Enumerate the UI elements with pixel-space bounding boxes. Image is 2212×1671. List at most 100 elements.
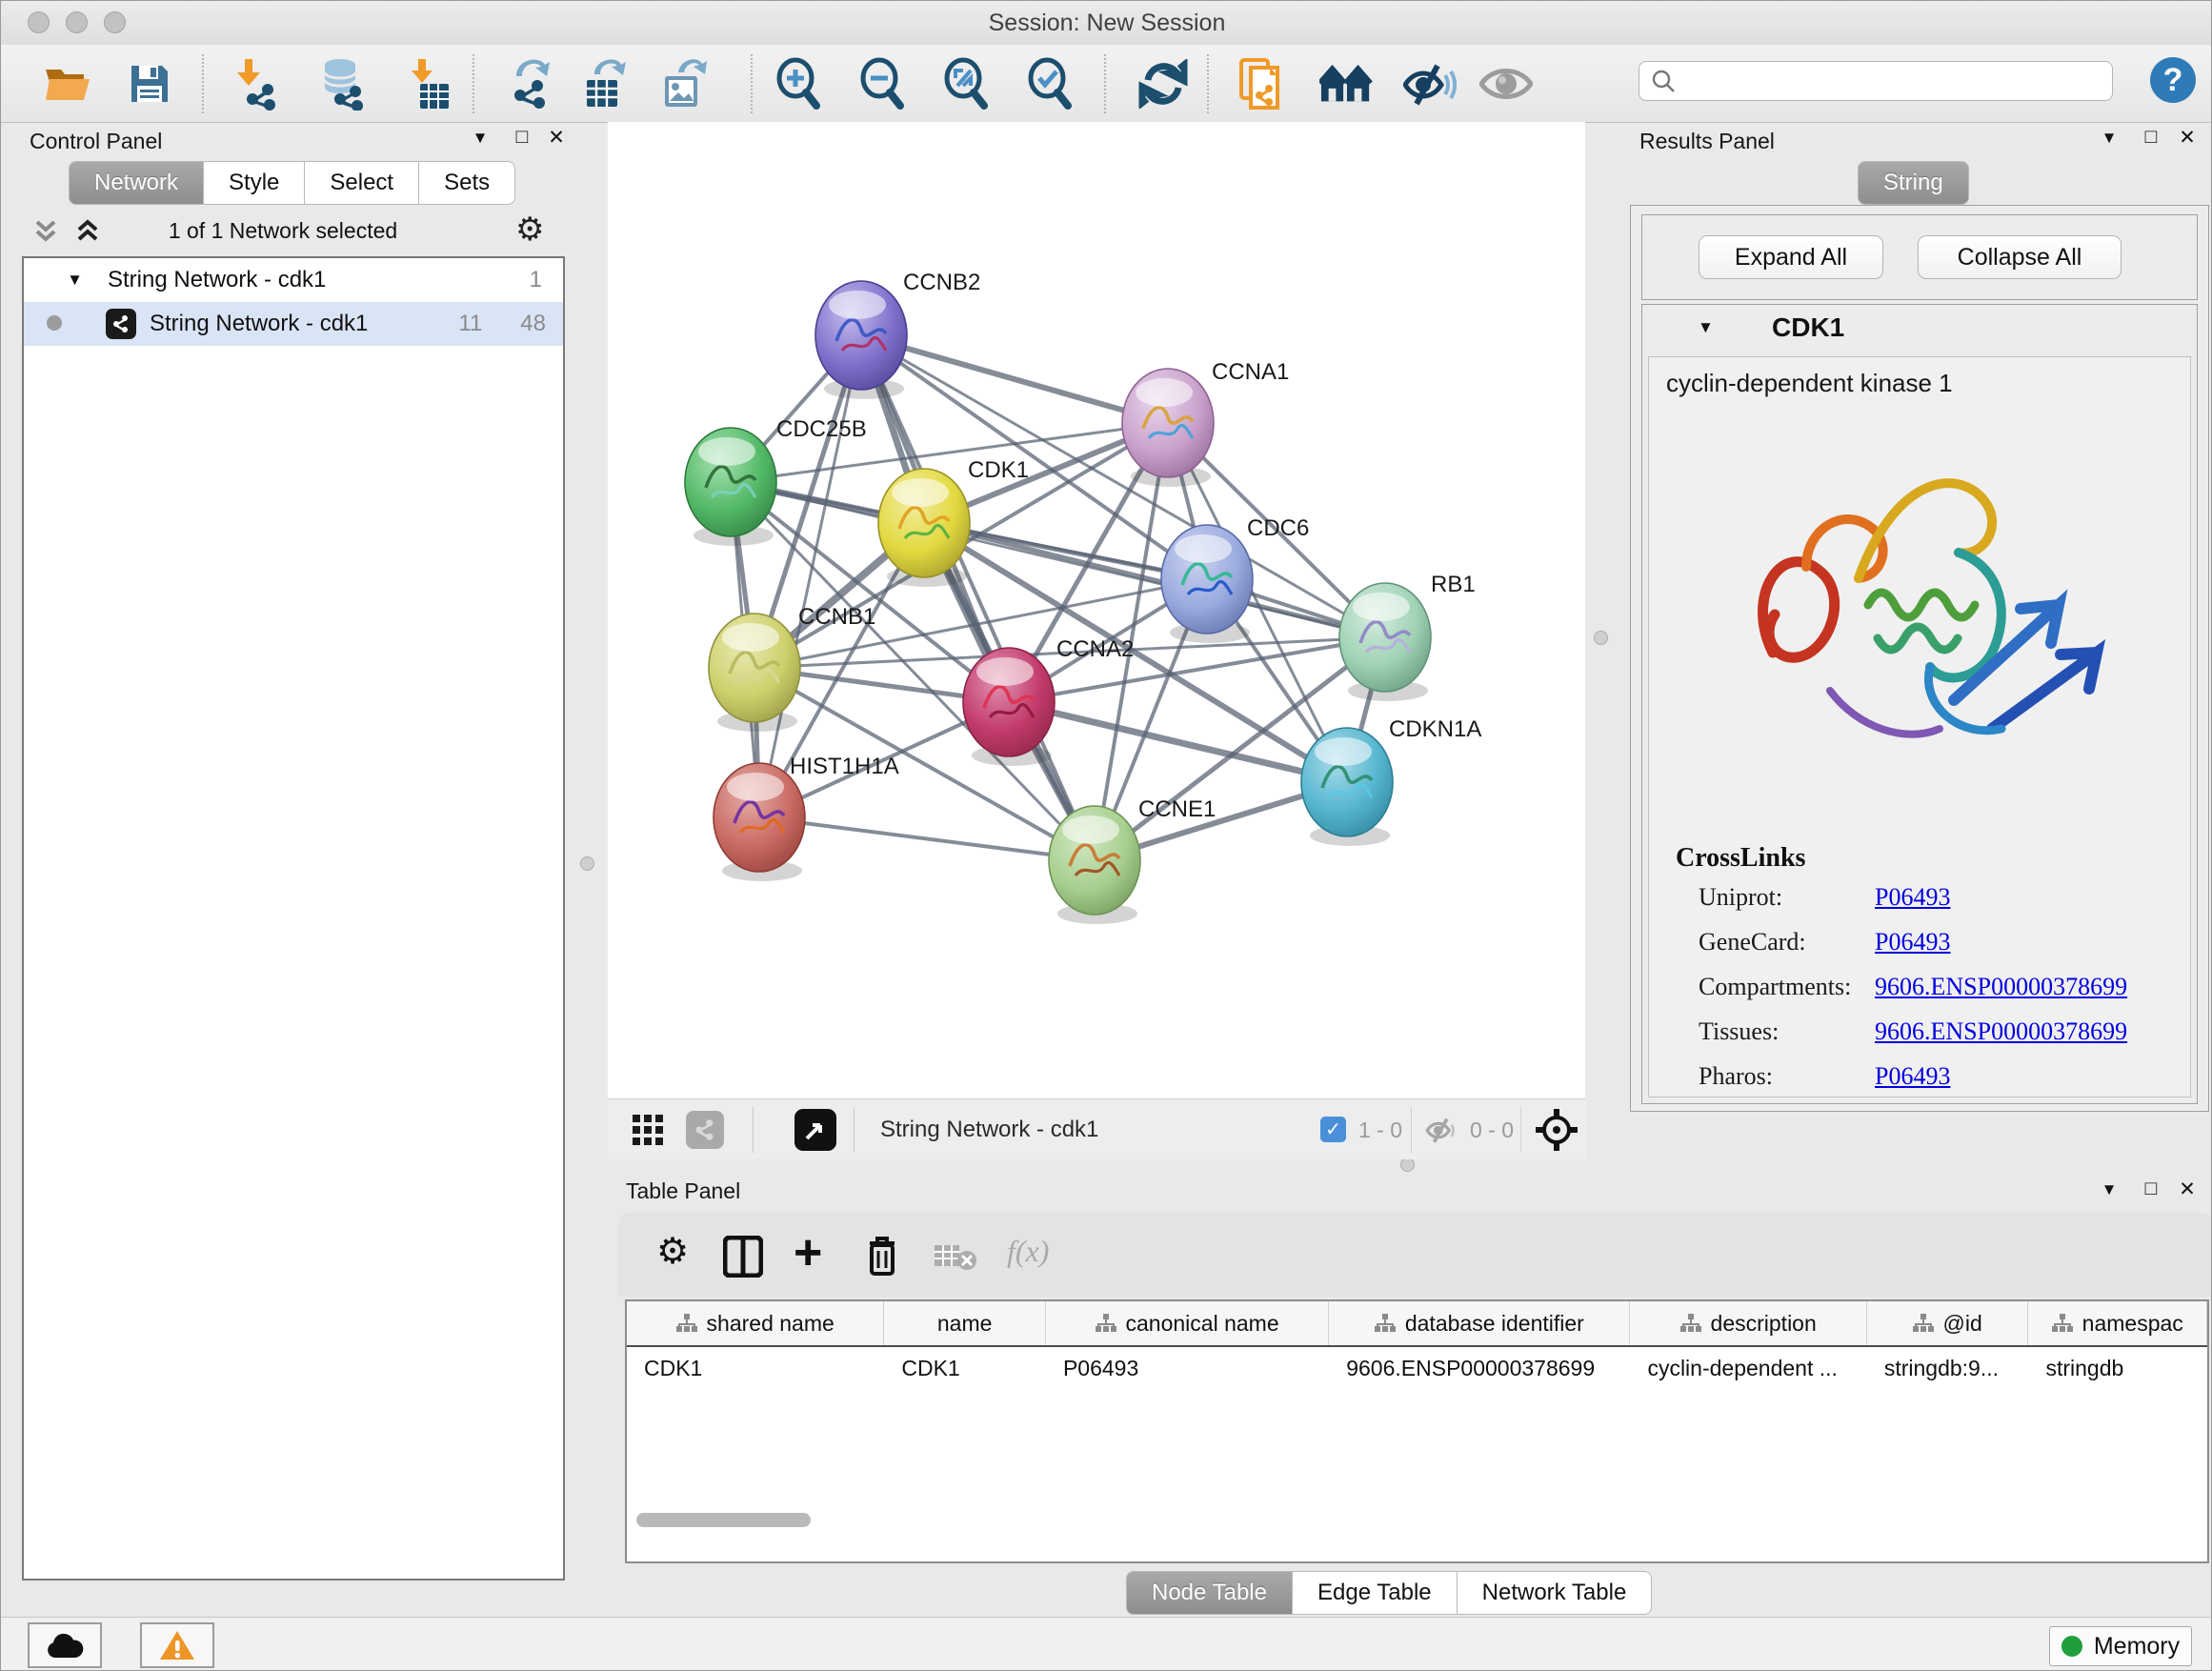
import-table-file-icon[interactable]	[403, 56, 456, 111]
node-CCNB2[interactable]: CCNB2	[815, 270, 980, 399]
gene-collapse-icon[interactable]: ▼	[1698, 318, 1714, 337]
node-CDKN1A[interactable]: CDKN1A	[1301, 716, 1481, 846]
zoom-selected-icon[interactable]	[1024, 56, 1077, 111]
node-CCNE1[interactable]: CCNE1	[1049, 796, 1216, 924]
export-image-icon[interactable]	[656, 56, 710, 111]
import-network-file-icon[interactable]	[230, 56, 283, 111]
edge-CCNA2-CDKN1A[interactable]	[1009, 702, 1347, 782]
table-panel-menu-button[interactable]: ▼	[2093, 1180, 2125, 1199]
node-label-CCNA2: CCNA2	[1056, 636, 1134, 662]
edge-CCNB2-CCNA1[interactable]	[861, 335, 1168, 423]
network-options-gear-icon[interactable]: ⚙	[515, 211, 544, 249]
table-cell: stringdb	[2028, 1347, 2207, 1389]
network-row[interactable]: String Network - cdk1 11 48	[24, 302, 563, 346]
crosslink-value-link[interactable]: 9606.ENSP00000378699	[1875, 1017, 2127, 1046]
node-CCNA1[interactable]: CCNA1	[1122, 359, 1289, 487]
column-label: namespac	[2082, 1311, 2183, 1337]
column-header-canonical-name[interactable]: canonical name	[1046, 1301, 1329, 1345]
node-CCNB1[interactable]: CCNB1	[709, 604, 875, 732]
tree-expand-icon[interactable]: ▼	[24, 271, 83, 290]
crosslink-value-link[interactable]: P06493	[1875, 883, 1950, 912]
memory-button[interactable]: Memory	[2049, 1626, 2192, 1666]
column-header-description[interactable]: description	[1630, 1301, 1866, 1345]
delete-column-trash-icon[interactable]	[864, 1234, 900, 1278]
crosslink-row: Uniprot:P06493	[1699, 883, 2175, 912]
tab-select[interactable]: Select	[304, 161, 419, 205]
crosslink-value-link[interactable]: P06493	[1875, 1062, 1950, 1091]
table-panel-close-button[interactable]: ✕	[2171, 1178, 2203, 1201]
grid-view-icon[interactable]	[631, 1113, 665, 1147]
control-panel-float-button[interactable]: □	[506, 126, 538, 149]
node-CCNA2[interactable]: CCNA2	[963, 636, 1134, 766]
results-panel-close-button[interactable]: ✕	[2171, 126, 2203, 150]
node-RB1[interactable]: RB1	[1339, 572, 1476, 701]
tab-network-table[interactable]: Network Table	[1457, 1571, 1653, 1615]
network-view-title: String Network - cdk1	[880, 1117, 1098, 1143]
tab-style[interactable]: Style	[203, 161, 305, 205]
hidden-counts: 0 - 0	[1470, 1117, 1514, 1143]
show-graphics-details-icon[interactable]	[1479, 56, 1533, 111]
import-network-database-icon[interactable]	[315, 56, 369, 111]
right-splitter-grip[interactable]	[1594, 631, 1608, 645]
zoom-fit-icon[interactable]	[940, 56, 994, 111]
table-options-gear-icon[interactable]: ⚙	[656, 1234, 689, 1270]
tab-sets[interactable]: Sets	[418, 161, 515, 205]
column-header-name[interactable]: name	[884, 1301, 1046, 1345]
edge-CCNB2-CCNE1[interactable]	[861, 335, 1095, 860]
node-CDC25B[interactable]: CDC25B	[685, 416, 867, 546]
node-label-CDC6: CDC6	[1247, 515, 1309, 541]
birdseye-view-icon[interactable]	[794, 1109, 836, 1151]
results-panel-menu-button[interactable]: ▼	[2093, 129, 2125, 148]
zoom-in-icon[interactable]	[773, 56, 826, 111]
network-share-icon[interactable]	[686, 1111, 724, 1149]
node-label-CCNA1: CCNA1	[1212, 359, 1289, 385]
network-collection-row[interactable]: ▼ String Network - cdk1 1	[24, 258, 563, 302]
left-splitter-grip[interactable]	[580, 856, 594, 871]
save-session-icon[interactable]	[123, 56, 176, 111]
column-header-@id[interactable]: @id	[1867, 1301, 2029, 1345]
edge-CCNB2-HIST1H1A[interactable]	[759, 335, 861, 817]
toolbar-separator	[854, 1107, 855, 1153]
tab-network[interactable]: Network	[69, 161, 204, 205]
node-HIST1H1A[interactable]: HIST1H1A	[714, 754, 899, 881]
node-table: shared namenamecanonical namedatabase id…	[625, 1299, 2209, 1563]
crosslink-value-link[interactable]: 9606.ENSP00000378699	[1875, 973, 2127, 1001]
refresh-icon[interactable]	[1136, 56, 1190, 111]
zoom-out-icon[interactable]	[856, 56, 910, 111]
export-network-icon[interactable]	[504, 56, 557, 111]
toolbar-separator	[1411, 1107, 1412, 1153]
table-panel-float-button[interactable]: □	[2135, 1178, 2167, 1200]
cloud-status-button[interactable]	[28, 1622, 102, 1668]
edge-HIST1H1A-CCNE1[interactable]	[759, 817, 1095, 860]
crosslink-value-link[interactable]: P06493	[1875, 928, 1950, 956]
expand-all-button[interactable]: Expand All	[1699, 235, 1883, 279]
home-networks-icon[interactable]	[1319, 56, 1373, 111]
control-panel-close-button[interactable]: ✕	[540, 126, 573, 150]
results-panel-float-button[interactable]: □	[2135, 126, 2167, 149]
horizontal-scrollbar-thumb[interactable]	[636, 1513, 811, 1527]
search-input[interactable]	[1676, 67, 2099, 95]
add-column-icon[interactable]: +	[794, 1228, 822, 1278]
column-header-shared-name[interactable]: shared name	[627, 1301, 884, 1345]
tab-node-table[interactable]: Node Table	[1126, 1571, 1293, 1615]
fit-selected-crosshair-icon[interactable]	[1534, 1107, 1579, 1153]
network-from-clipboard-icon[interactable]	[1236, 56, 1289, 111]
open-session-icon[interactable]	[41, 56, 94, 111]
toolbar-separator	[473, 54, 474, 113]
network-view-toolbar: String Network - cdk1 ✓ 1 - 0 0 - 0	[608, 1098, 1585, 1159]
tab-string[interactable]: String	[1858, 161, 1969, 205]
show-columns-icon[interactable]	[723, 1236, 763, 1278]
column-header-database-identifier[interactable]: database identifier	[1329, 1301, 1630, 1345]
warnings-button[interactable]	[140, 1622, 214, 1668]
selected-nodes-checkbox[interactable]: ✓	[1320, 1117, 1346, 1142]
export-table-icon[interactable]	[576, 56, 630, 111]
bottom-splitter-grip[interactable]	[1400, 1158, 1415, 1172]
tab-edge-table[interactable]: Edge Table	[1292, 1571, 1458, 1615]
help-button[interactable]: ?	[2150, 57, 2196, 103]
network-canvas[interactable]: CCNB2CCNA1CDC25BCDK1CDC6RB1CCNB1CCNA2CDK…	[608, 122, 1585, 1098]
collapse-all-button[interactable]: Collapse All	[1918, 235, 2122, 279]
hide-show-graphics-icon[interactable]	[1403, 56, 1457, 111]
table-row[interactable]: CDK1CDK1P064939606.ENSP00000378699cyclin…	[627, 1347, 2207, 1389]
column-header-namespac[interactable]: namespac	[2028, 1301, 2207, 1345]
control-panel-menu-button[interactable]: ▼	[464, 129, 496, 148]
